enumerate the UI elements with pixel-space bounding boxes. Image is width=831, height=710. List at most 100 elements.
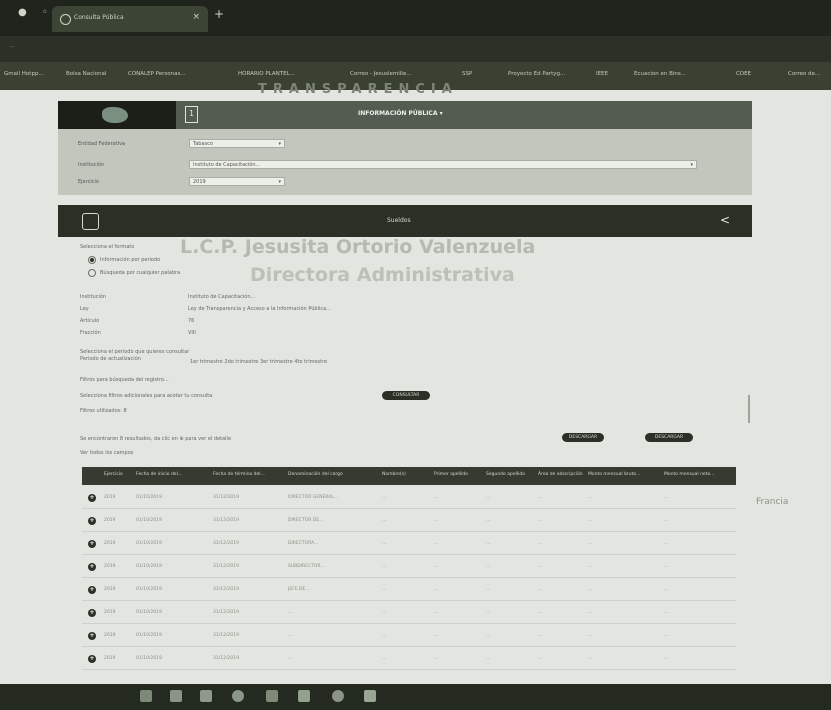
table-cell: 01/10/2019 <box>136 564 162 569</box>
table-row[interactable]: +2019 01/10/2019 31/12/2019 DIRECTOR GENERA… <box>82 489 736 509</box>
show-fields-link[interactable]: Ver todos los campos <box>80 450 133 456</box>
column-header[interactable]: Fecha de término del... <box>213 472 265 477</box>
table-cell: ... <box>486 587 491 592</box>
top-nav: 1 INFORMACIÓN PÚBLICA ▾ <box>58 101 752 129</box>
download-button[interactable]: DESCARGAR <box>562 433 604 442</box>
table-cell: 01/10/2019 <box>136 587 162 592</box>
column-header[interactable]: Denominación del cargo <box>288 472 343 477</box>
browser-icon[interactable] <box>232 690 244 702</box>
bookmark-item[interactable]: Correo de... <box>788 71 820 77</box>
scrollbar[interactable] <box>748 395 750 423</box>
entidad-select[interactable]: Tabasco ▾ <box>189 139 285 148</box>
browser-tab-bar: ● ◦ Consulta Pública × + <box>0 0 831 36</box>
expand-row-icon[interactable]: + <box>88 586 96 594</box>
table-cell: 01/10/2019 <box>136 518 162 523</box>
expand-row-icon[interactable]: + <box>88 494 96 502</box>
bookmark-item[interactable]: CONALEP Personas... <box>128 71 186 77</box>
meta-value: Ley de Transparencia y Acceso a la Infor… <box>188 306 331 312</box>
column-header[interactable]: Primer apellido <box>434 472 468 477</box>
section-bar: Sueldos < <box>58 205 752 237</box>
table-row[interactable]: +2019 01/10/2019 31/12/2019 SUBDIRECTOR....… <box>82 558 736 578</box>
table-row[interactable]: +2019 01/10/2019 31/12/2019...............… <box>82 604 736 624</box>
menu-informacion-publica[interactable]: INFORMACIÓN PÚBLICA ▾ <box>358 110 443 117</box>
period-options[interactable]: 1er trimestre 2do trimestre 3er trimestr… <box>190 359 327 365</box>
table-cell: 2019 <box>104 587 116 592</box>
expand-row-icon[interactable]: + <box>88 540 96 548</box>
bookmark-item[interactable]: HORARIO PLANTEL... <box>238 71 295 77</box>
table-cell: ... <box>434 518 439 523</box>
table-row[interactable]: +2019 01/10/2019 31/12/2019...............… <box>82 627 736 647</box>
table-cell: ... <box>664 587 669 592</box>
download-button[interactable]: DESCARGAR <box>645 433 693 442</box>
institucion-select[interactable]: Instituto de Capacitación... ▾ <box>189 160 697 169</box>
radio-busqueda[interactable] <box>88 269 96 277</box>
meta-value: VIII <box>188 330 196 336</box>
table-cell: ... <box>486 541 491 546</box>
bookmark-item[interactable]: Ecuacion en Bins... <box>634 71 686 77</box>
browser-tab[interactable]: Consulta Pública × <box>52 6 208 32</box>
table-cell: ... <box>588 656 593 661</box>
app-icon[interactable] <box>364 690 376 702</box>
consultar-button[interactable]: CONSULTAR <box>382 391 430 400</box>
windows-icon[interactable] <box>140 690 152 702</box>
table-cell: 31/12/2019 <box>213 541 239 546</box>
table-cell: ... <box>664 610 669 615</box>
column-header[interactable]: Monto mensual bruto... <box>588 472 640 477</box>
table-header: Ejercicio Fecha de inicio del... Fecha d… <box>82 467 736 485</box>
table-cell: ... <box>538 518 543 523</box>
radio-periodo[interactable] <box>88 256 96 264</box>
table-cell: 01/10/2019 <box>136 495 162 500</box>
photos-icon[interactable] <box>298 690 310 702</box>
expand-row-icon[interactable]: + <box>88 655 96 663</box>
bookmark-item[interactable]: Proyecto Ed Partyg... <box>508 71 565 77</box>
table-cell: SUBDIRECTOR... <box>288 564 325 569</box>
table-cell: ... <box>382 495 387 500</box>
share-icon[interactable]: < <box>720 213 730 227</box>
table-cell: ... <box>434 610 439 615</box>
close-tab-icon[interactable]: × <box>192 12 200 22</box>
column-header[interactable]: Segundo apellido <box>486 472 525 477</box>
table-cell: 01/10/2019 <box>136 656 162 661</box>
table-cell: 2019 <box>104 495 116 500</box>
table-cell: ... <box>486 564 491 569</box>
bookmark-item[interactable]: SSP <box>462 71 472 77</box>
meta-label: Fracción <box>80 330 101 336</box>
column-header[interactable]: Ejercicio <box>104 472 123 477</box>
expand-row-icon[interactable]: + <box>88 609 96 617</box>
column-header[interactable]: Área de adscripción <box>538 472 583 477</box>
document-icon[interactable]: 1 <box>185 106 198 123</box>
new-tab-icon[interactable]: + <box>214 7 224 21</box>
table-cell: 31/12/2019 <box>213 633 239 638</box>
meta-value: 76 <box>188 318 195 324</box>
table-cell: ... <box>288 610 293 615</box>
column-header[interactable]: Nombre(s) <box>382 472 406 477</box>
table-row[interactable]: +2019 01/10/2019 31/12/2019 JEFE DE........… <box>82 581 736 601</box>
url-text[interactable]: ... <box>10 43 820 49</box>
bookmark-item[interactable]: CDEE <box>736 71 751 77</box>
address-bar[interactable]: ... <box>0 36 831 62</box>
table-cell: ... <box>434 541 439 546</box>
store-icon[interactable] <box>266 690 278 702</box>
table-cell: ... <box>486 633 491 638</box>
table-cell: ... <box>664 495 669 500</box>
expand-row-icon[interactable]: + <box>88 632 96 640</box>
period-label: Selecciona el periodo que quieres consul… <box>80 349 190 355</box>
bookmark-item[interactable]: Correo - Jesuslemille... <box>350 71 411 77</box>
column-header[interactable]: Fecha de inicio del... <box>136 472 182 477</box>
table-row[interactable]: +2019 01/10/2019 31/12/2019 DIRECTOR DE....… <box>82 512 736 532</box>
window-controls-icon[interactable]: ● ◦ <box>18 7 54 18</box>
table-row[interactable]: +2019 01/10/2019 31/12/2019 DIRECTORA......… <box>82 535 736 555</box>
column-header[interactable]: Monto mensual neto... <box>664 472 714 477</box>
bookmark-item[interactable]: Gmail Hotpp... <box>4 71 44 77</box>
filter-line: Filtros para búsqueda del registro... <box>80 377 169 383</box>
expand-row-icon[interactable]: + <box>88 563 96 571</box>
bookmark-item[interactable]: Bolsa Nacional <box>66 71 106 77</box>
table-cell: ... <box>588 541 593 546</box>
ejercicio-select[interactable]: 2019 ▾ <box>189 177 285 186</box>
files-icon[interactable] <box>200 690 212 702</box>
bookmark-item[interactable]: IEEE <box>596 71 608 77</box>
mail-icon[interactable] <box>170 690 182 702</box>
table-row[interactable]: +2019 01/10/2019 31/12/2019...............… <box>82 650 736 670</box>
expand-row-icon[interactable]: + <box>88 517 96 525</box>
settings-icon[interactable] <box>332 690 344 702</box>
